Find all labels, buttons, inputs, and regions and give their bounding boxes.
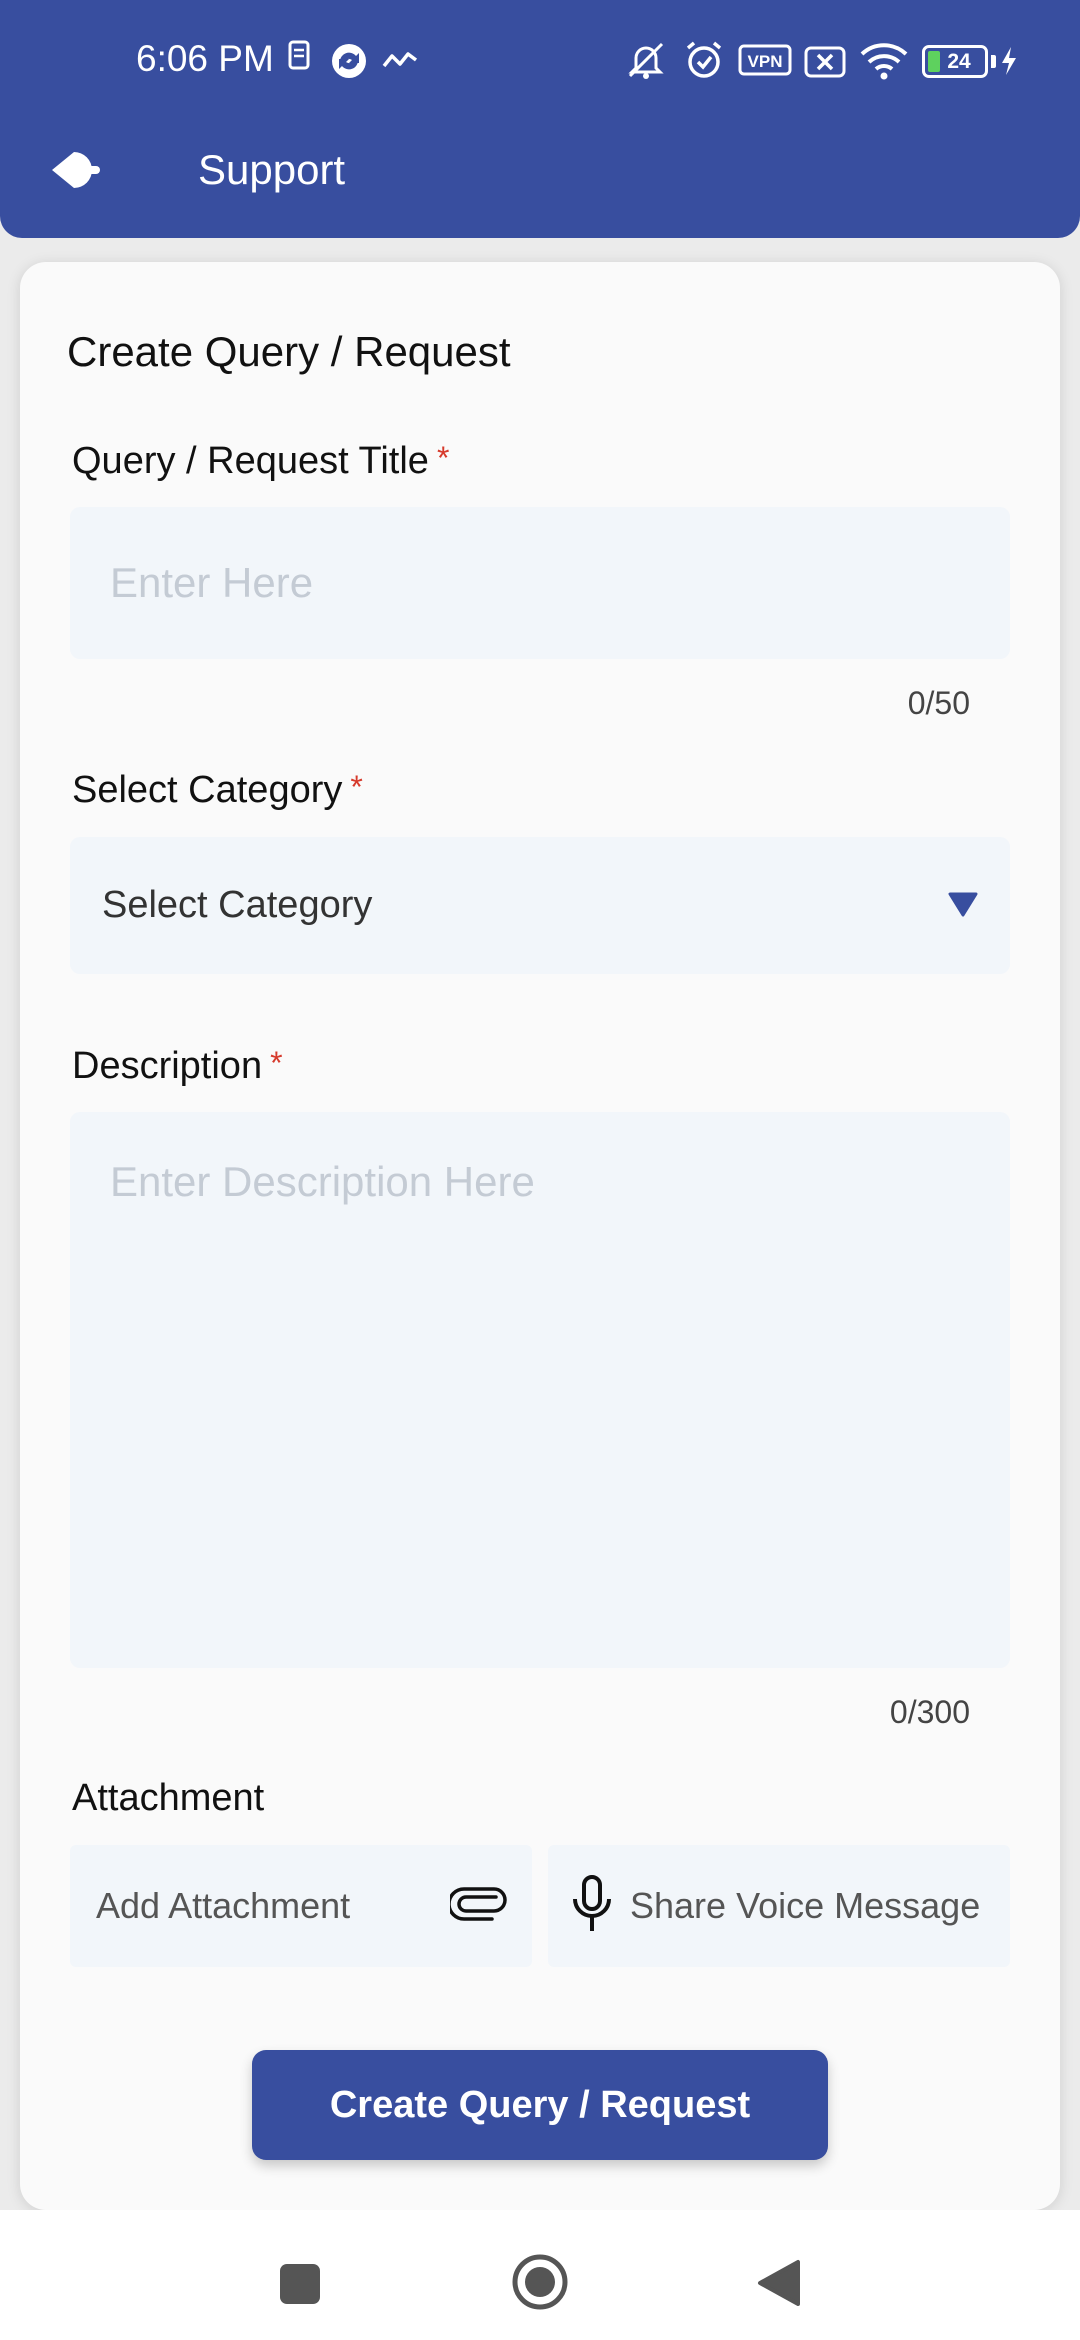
paperclip-icon: [447, 1886, 508, 1926]
required-mark: *: [350, 769, 363, 805]
description-counter: 0/300: [889, 1694, 970, 1730]
back-arrow-icon: [44, 152, 114, 202]
activity-icon: [382, 50, 418, 70]
category-value: Select Category: [102, 884, 373, 926]
description-input[interactable]: [70, 1112, 1010, 1668]
home-icon[interactable]: [510, 2252, 570, 2317]
required-mark: *: [270, 1045, 283, 1081]
page-title: Support: [198, 146, 346, 193]
query-form-card: Create Query / Request Query / Request T…: [20, 262, 1060, 2210]
form-heading: Create Query / Request: [67, 328, 511, 375]
svg-text:VPN: VPN: [748, 52, 783, 71]
description-label: Description *: [72, 1045, 283, 1087]
add-attachment-button[interactable]: Add Attachment: [70, 1845, 532, 1967]
wifi-icon: [860, 42, 908, 80]
title-label: Query / Request Title *: [72, 440, 450, 482]
category-label: Select Category *: [72, 769, 363, 811]
status-bar: 6:06 PM VPN 24: [0, 0, 1080, 128]
add-attachment-label: Add Attachment: [96, 1885, 351, 1926]
voice-message-button[interactable]: Share Voice Message: [548, 1845, 1010, 1967]
no-sim-icon: [804, 46, 846, 78]
create-query-button[interactable]: Create Query / Request: [252, 2050, 828, 2160]
battery-level: 24: [947, 49, 971, 73]
dropdown-arrow-icon: [948, 884, 978, 927]
system-nav-bar: [0, 2210, 1080, 2340]
microphone-icon: [570, 1874, 614, 1938]
vpn-icon: VPN: [738, 44, 792, 76]
attachment-label: Attachment: [72, 1777, 265, 1819]
sim-icon: [288, 40, 310, 70]
back-button[interactable]: [44, 142, 114, 198]
back-icon[interactable]: [756, 2258, 802, 2313]
title-input[interactable]: [70, 507, 1010, 659]
title-counter: 0/50: [907, 685, 970, 721]
status-time: 6:06 PM: [136, 38, 274, 79]
sync-icon: [330, 42, 368, 80]
recents-icon[interactable]: [278, 2262, 322, 2311]
category-dropdown[interactable]: Select Category: [70, 837, 1010, 974]
alarm-icon: [684, 40, 724, 80]
mute-icon: [624, 40, 668, 80]
charging-icon: [1000, 46, 1018, 76]
app-bar: 6:06 PM VPN 24 Support: [0, 0, 1080, 238]
voice-message-label: Share Voice Message: [630, 1885, 981, 1926]
battery-icon: 24: [922, 45, 988, 78]
required-mark: *: [436, 440, 450, 476]
